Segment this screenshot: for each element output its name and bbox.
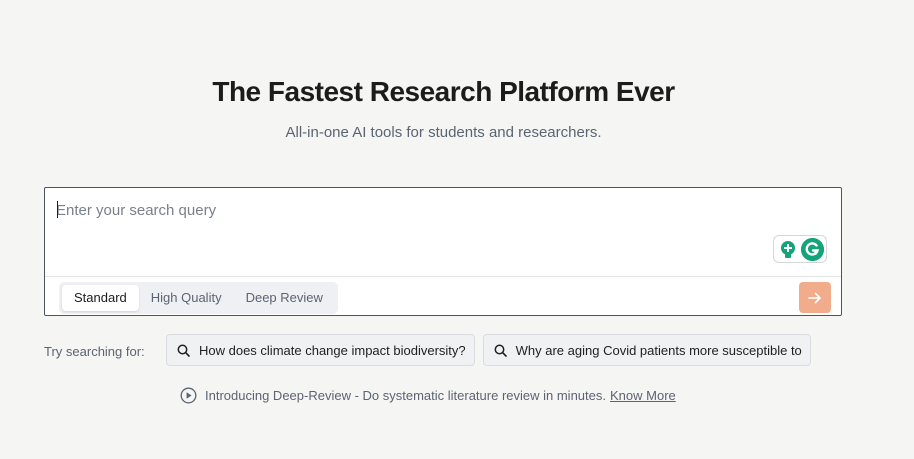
arrow-right-icon — [808, 292, 821, 303]
page-title: The Fastest Research Platform Ever — [212, 76, 675, 107]
search-input[interactable] — [56, 198, 756, 222]
mode-tab-high-quality[interactable]: High Quality — [139, 285, 234, 311]
suggestion-text: How does climate change impact biodivers… — [199, 342, 466, 358]
search-icon — [177, 344, 190, 357]
play-circle-icon — [180, 387, 197, 404]
suggestion-text: Why are aging Covid patients more suscep… — [515, 342, 802, 358]
announcement-banner: Introducing Deep-Review - Do systematic … — [180, 387, 676, 404]
search-box: Standard High Quality Deep Review — [44, 187, 842, 316]
suggestion-chip[interactable]: Why are aging Covid patients more suscep… — [482, 334, 811, 366]
search-mode-selector: Standard High Quality Deep Review — [59, 282, 338, 314]
announcement-text: Introducing Deep-Review - Do systematic … — [205, 388, 606, 403]
know-more-link[interactable]: Know More — [610, 388, 676, 403]
mode-tab-deep-review[interactable]: Deep Review — [234, 285, 335, 311]
search-icon — [494, 344, 507, 357]
mode-tab-standard[interactable]: Standard — [62, 285, 139, 311]
page-subtitle: All-in-one AI tools for students and res… — [285, 124, 602, 141]
lightbulb-plus-icon[interactable] — [779, 240, 797, 260]
search-box-divider — [45, 276, 841, 277]
grammarly-icon[interactable] — [801, 238, 824, 261]
submit-search-button[interactable] — [799, 282, 831, 313]
writing-assistant-widget[interactable] — [773, 235, 827, 263]
text-caret — [57, 201, 58, 218]
suggestion-chip[interactable]: How does climate change impact biodivers… — [166, 334, 475, 366]
suggestions-scroller: How does climate change impact biodivers… — [166, 334, 844, 368]
suggestions-label: Try searching for: — [44, 344, 145, 359]
